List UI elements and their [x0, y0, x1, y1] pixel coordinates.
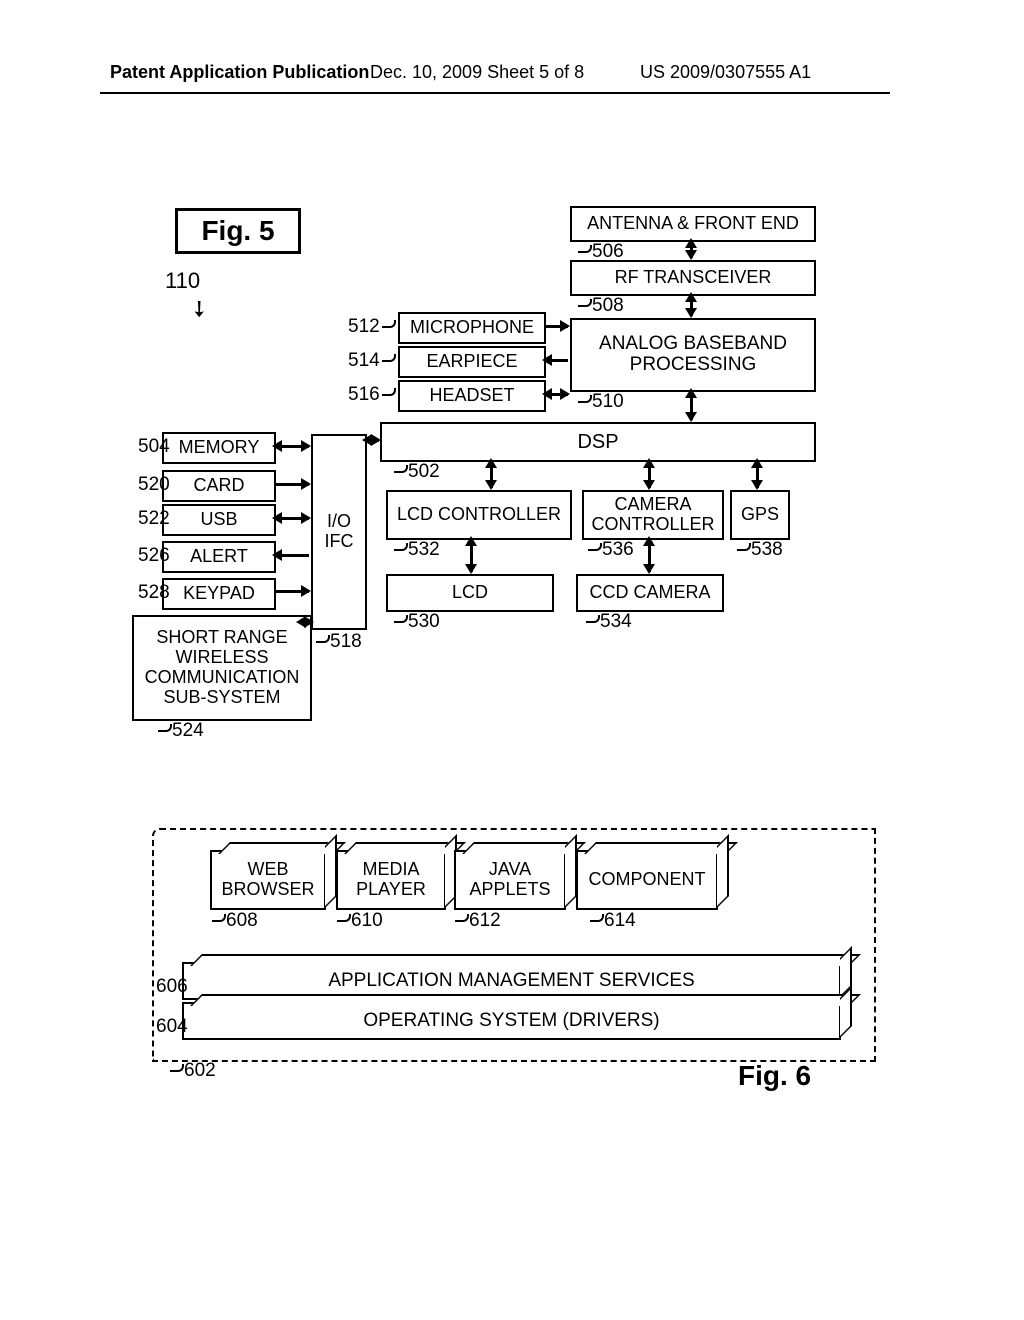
block-short-range-wireless: SHORT RANGE WIRELESS COMMUNICATION SUB-S…	[132, 615, 312, 721]
block-alert: ALERT	[162, 541, 276, 573]
block-headset: HEADSET	[398, 380, 546, 412]
ref-604: 604	[156, 1016, 188, 1038]
ref-502: 502	[392, 461, 440, 483]
arrowhead-down-icon	[685, 412, 697, 422]
arrowhead-left-icon	[272, 549, 282, 561]
arrowhead-up-icon	[685, 238, 697, 248]
arrowhead-up-icon	[485, 458, 497, 468]
arrowhead-down-icon	[643, 564, 655, 574]
ref-610: 610	[335, 910, 383, 932]
block-keypad: KEYPAD	[162, 578, 276, 610]
ref-606: 606	[156, 976, 188, 998]
block-lcd-controller: LCD CONTROLLER	[386, 490, 572, 540]
block-analog-baseband: ANALOG BASEBAND PROCESSING	[570, 318, 816, 392]
ref-614: 614	[588, 910, 636, 932]
arrowhead-right-icon	[371, 434, 381, 446]
block-camera-controller: CAMERA CONTROLLER	[582, 490, 724, 540]
block-usb: USB	[162, 504, 276, 536]
block-dsp: DSP	[380, 422, 816, 462]
header-rule	[100, 92, 890, 94]
block-gps: GPS	[730, 490, 790, 540]
block-operating-system: OPERATING SYSTEM (DRIVERS)	[182, 1002, 841, 1040]
arrowhead-up-icon	[685, 292, 697, 302]
arrowhead-left-icon	[542, 354, 552, 366]
ref-526: 526	[138, 545, 170, 567]
arrowhead-down-icon	[643, 480, 655, 490]
arrowhead-down-icon	[685, 250, 697, 260]
arrowhead-up-icon	[685, 388, 697, 398]
arrowhead-up-icon	[465, 536, 477, 546]
block-media-player: MEDIA PLAYER	[336, 850, 446, 910]
ref-530: 530	[392, 611, 440, 633]
block-io-ifc: I/O IFC	[311, 434, 367, 630]
arrowhead-right-icon	[560, 388, 570, 400]
block-web-browser: WEB BROWSER	[210, 850, 326, 910]
arrowhead-right-icon	[301, 585, 311, 597]
figure-5-title: Fig. 5	[175, 208, 301, 254]
ref-506: 506	[576, 241, 624, 263]
arrowhead-down-icon	[485, 480, 497, 490]
ref-504: 504	[138, 436, 170, 458]
block-lcd: LCD	[386, 574, 554, 612]
arrowhead-right-icon	[301, 440, 311, 452]
ref-536: 536	[586, 539, 634, 561]
ref-508: 508	[576, 295, 624, 317]
block-component: COMPONENT	[576, 850, 718, 910]
arrowhead-left-icon	[542, 388, 552, 400]
ref-534: 534	[584, 611, 632, 633]
arrowhead-left-icon	[272, 440, 282, 452]
ref-110: 110	[165, 268, 200, 294]
header-date: Dec. 10, 2009 Sheet 5 of 8	[370, 62, 584, 83]
arrowhead-left-icon	[272, 512, 282, 524]
header-docnum: US 2009/0307555 A1	[640, 62, 811, 83]
block-earpiece: EARPIECE	[398, 346, 546, 378]
block-java-applets: JAVA APPLETS	[454, 850, 566, 910]
block-memory: MEMORY	[162, 432, 276, 464]
block-ccd-camera: CCD CAMERA	[576, 574, 724, 612]
block-card: CARD	[162, 470, 276, 502]
arrowhead-down-icon	[751, 480, 763, 490]
ref-532: 532	[392, 539, 440, 561]
arrowhead-right-icon	[301, 512, 311, 524]
ref-612: 612	[453, 910, 501, 932]
ref-602: 602	[168, 1060, 216, 1082]
block-microphone: MICROPHONE	[398, 312, 546, 344]
arrowhead-up-icon	[643, 536, 655, 546]
ref-538: 538	[735, 539, 783, 561]
arrowhead-down-icon	[685, 308, 697, 318]
arrowhead-right-icon	[301, 478, 311, 490]
block-rf-transceiver: RF TRANSCEIVER	[570, 260, 816, 296]
arrowhead-right-icon	[560, 320, 570, 332]
ref-510: 510	[576, 391, 624, 413]
ref-528: 528	[138, 582, 170, 604]
arrowhead-up-icon	[643, 458, 655, 468]
arrowhead-left-icon	[362, 434, 372, 446]
arrow-110-icon: ➘	[184, 293, 215, 324]
ref-608: 608	[210, 910, 258, 932]
ref-512: 512	[348, 316, 396, 338]
arrowhead-up-icon	[751, 458, 763, 468]
ref-514: 514	[348, 350, 396, 372]
ref-518: 518	[314, 631, 362, 653]
header-pub: Patent Application Publication	[110, 62, 369, 83]
ref-520: 520	[138, 474, 170, 496]
ref-524: 524	[156, 720, 204, 742]
arrowhead-left-icon	[296, 616, 306, 628]
figure-6-title: Fig. 6	[738, 1060, 811, 1092]
arrowhead-down-icon	[465, 564, 477, 574]
block-antenna-front-end: ANTENNA & FRONT END	[570, 206, 816, 242]
ref-522: 522	[138, 508, 170, 530]
ref-516: 516	[348, 384, 396, 406]
